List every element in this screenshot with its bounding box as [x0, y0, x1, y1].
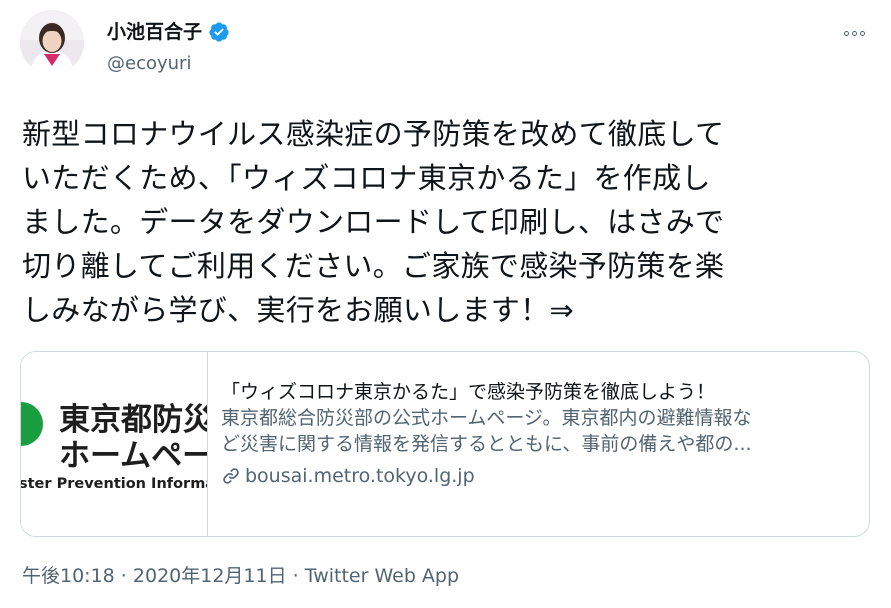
- verified-badge-icon: [209, 22, 229, 42]
- tweet-metadata: 午後10:18 · 2020年12月11日 · Twitter Web App: [22, 563, 459, 589]
- card-domain: bousai.metro.tokyo.lg.jp: [221, 463, 851, 489]
- card-description-line: ど災害に関する情報を発信するとともに、事前の備えや都の...: [221, 433, 752, 455]
- card-thumbnail: 東京都防災 ホームペー ster Prevention Informa: [21, 352, 208, 536]
- tweet-text-line: 新型コロナウイルス感染症の予防策を改めて徹底して: [22, 117, 725, 151]
- tweet-text-line: しみながら学び、実行をお願いします！⇒: [22, 293, 574, 327]
- avatar-photo-icon: [20, 10, 84, 74]
- link-icon: [223, 468, 239, 484]
- thumbnail-text-line1: 東京都防災: [59, 402, 207, 438]
- meta-separator: ·: [114, 565, 133, 587]
- meta-separator: ·: [286, 565, 305, 587]
- card-body: 「ウィズコロナ東京かるた」で感染予防策を徹底しよう！ 東京都総合防災部の公式ホー…: [221, 379, 851, 489]
- author-name-row[interactable]: 小池百合子: [107, 20, 230, 44]
- more-options-button[interactable]: [837, 22, 871, 44]
- tweet-timestamp-link[interactable]: 午後10:18 · 2020年12月11日: [22, 565, 287, 587]
- author-handle[interactable]: @ecoyuri: [107, 52, 191, 76]
- avatar[interactable]: [20, 10, 84, 74]
- tweet-text-line: 切り離してご利用ください。ご家族で感染予防策を楽: [22, 249, 725, 283]
- tweet-date: 2020年12月11日: [132, 565, 287, 587]
- link-preview-card[interactable]: 東京都防災 ホームペー ster Prevention Informa 「ウィズ…: [20, 351, 870, 537]
- tweet-text-line: いただくため、「ウィズコロナ東京かるた」を作成し: [22, 161, 711, 195]
- thumbnail-text-line3: ster Prevention Informa: [21, 476, 207, 492]
- author-display-name[interactable]: 小池百合子: [107, 20, 202, 44]
- more-dot: [851, 30, 857, 36]
- tweet-source[interactable]: Twitter Web App: [305, 565, 459, 587]
- more-dot: [843, 30, 849, 36]
- card-title: 「ウィズコロナ東京かるた」で感染予防策を徹底しよう！: [221, 381, 716, 403]
- more-dot: [859, 30, 865, 36]
- tweet-time: 午後10:18: [22, 565, 115, 587]
- tweet-text-line: ました。データをダウンロードして印刷し、はさみで: [22, 205, 725, 239]
- card-domain-text: bousai.metro.tokyo.lg.jp: [245, 465, 475, 487]
- card-description: 東京都総合防災部の公式ホームページ。東京都内の避難情報な ど災害に関する情報を発…: [221, 405, 851, 457]
- tweet: 小池百合子 @ecoyuri 新型コロナウイルス感染症の予防策を改めて徹底して …: [0, 0, 891, 608]
- thumbnail-text-line2: ホームペー: [59, 438, 207, 474]
- card-description-line: 東京都総合防災部の公式ホームページ。東京都内の避難情報な: [221, 407, 752, 429]
- tweet-text: 新型コロナウイルス感染症の予防策を改めて徹底して いただくため、「ウィズコロナ東…: [22, 112, 872, 332]
- card-thumbnail-image: 東京都防災 ホームペー ster Prevention Informa: [21, 352, 207, 536]
